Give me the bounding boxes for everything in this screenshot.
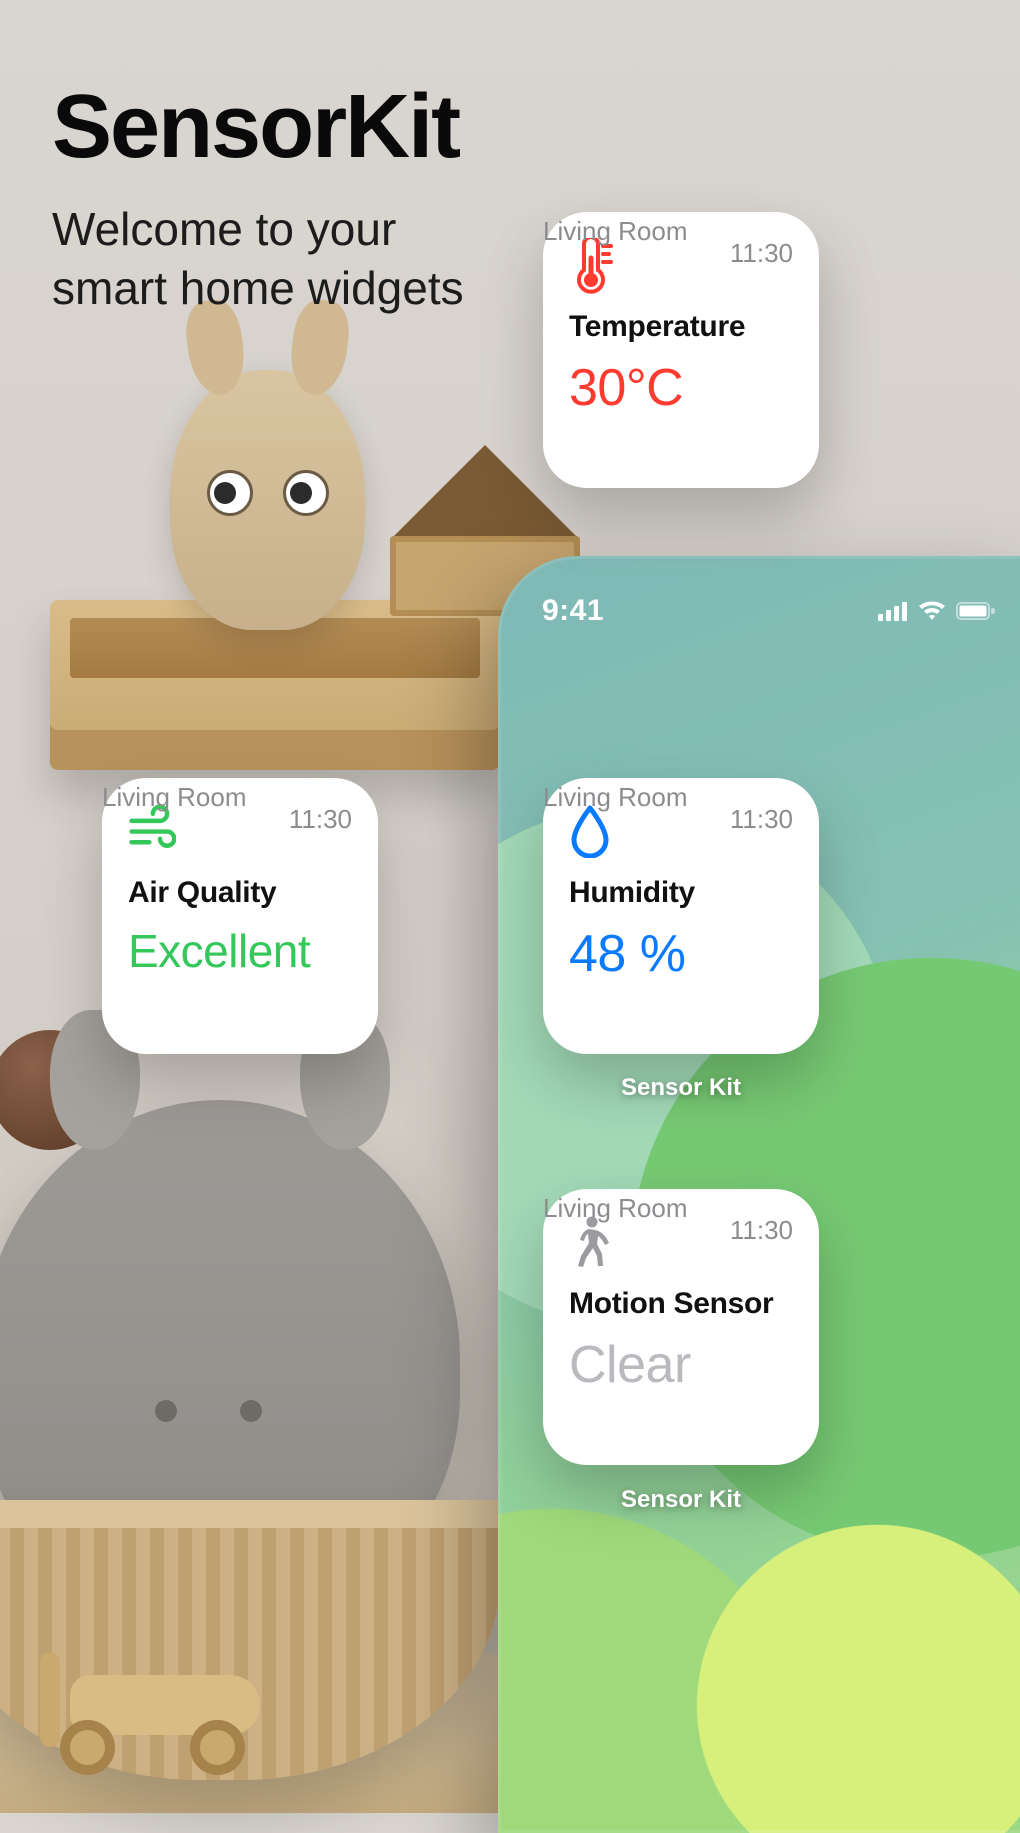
page-title: SensorKit	[52, 76, 459, 179]
widget-room: Living Room	[543, 1193, 819, 1465]
humidity-widget[interactable]: 11:30 Humidity Living Room 48 %	[543, 778, 819, 1054]
wifi-icon	[918, 601, 946, 621]
phone-status-bar: 9:41	[542, 590, 996, 632]
motion-widget[interactable]: 11:30 Motion Sensor Living Room Clear	[543, 1189, 819, 1465]
widget-room: Living Room	[543, 216, 819, 488]
temperature-widget[interactable]: 11:30 Temperature Living Room 30°C	[543, 212, 819, 488]
phone-status-icons	[878, 601, 996, 621]
page-subtitle: Welcome to your smart home widgets	[52, 200, 464, 318]
subtitle-line-2: smart home widgets	[52, 262, 464, 314]
toy-plane-decoration	[40, 1640, 270, 1775]
plush-cat-decoration	[170, 370, 365, 630]
subtitle-line-1: Welcome to your	[52, 203, 396, 255]
motion-widget-caption: Sensor Kit	[543, 1486, 819, 1514]
widget-room: Living Room	[543, 782, 819, 1054]
cellular-icon	[878, 601, 908, 621]
air-quality-widget[interactable]: 11:30 Air Quality Living Room Excellent	[102, 778, 378, 1054]
phone-clock: 9:41	[542, 594, 604, 628]
battery-icon	[956, 601, 996, 621]
widget-room: Living Room	[102, 782, 378, 1054]
humidity-widget-caption: Sensor Kit	[543, 1074, 819, 1102]
